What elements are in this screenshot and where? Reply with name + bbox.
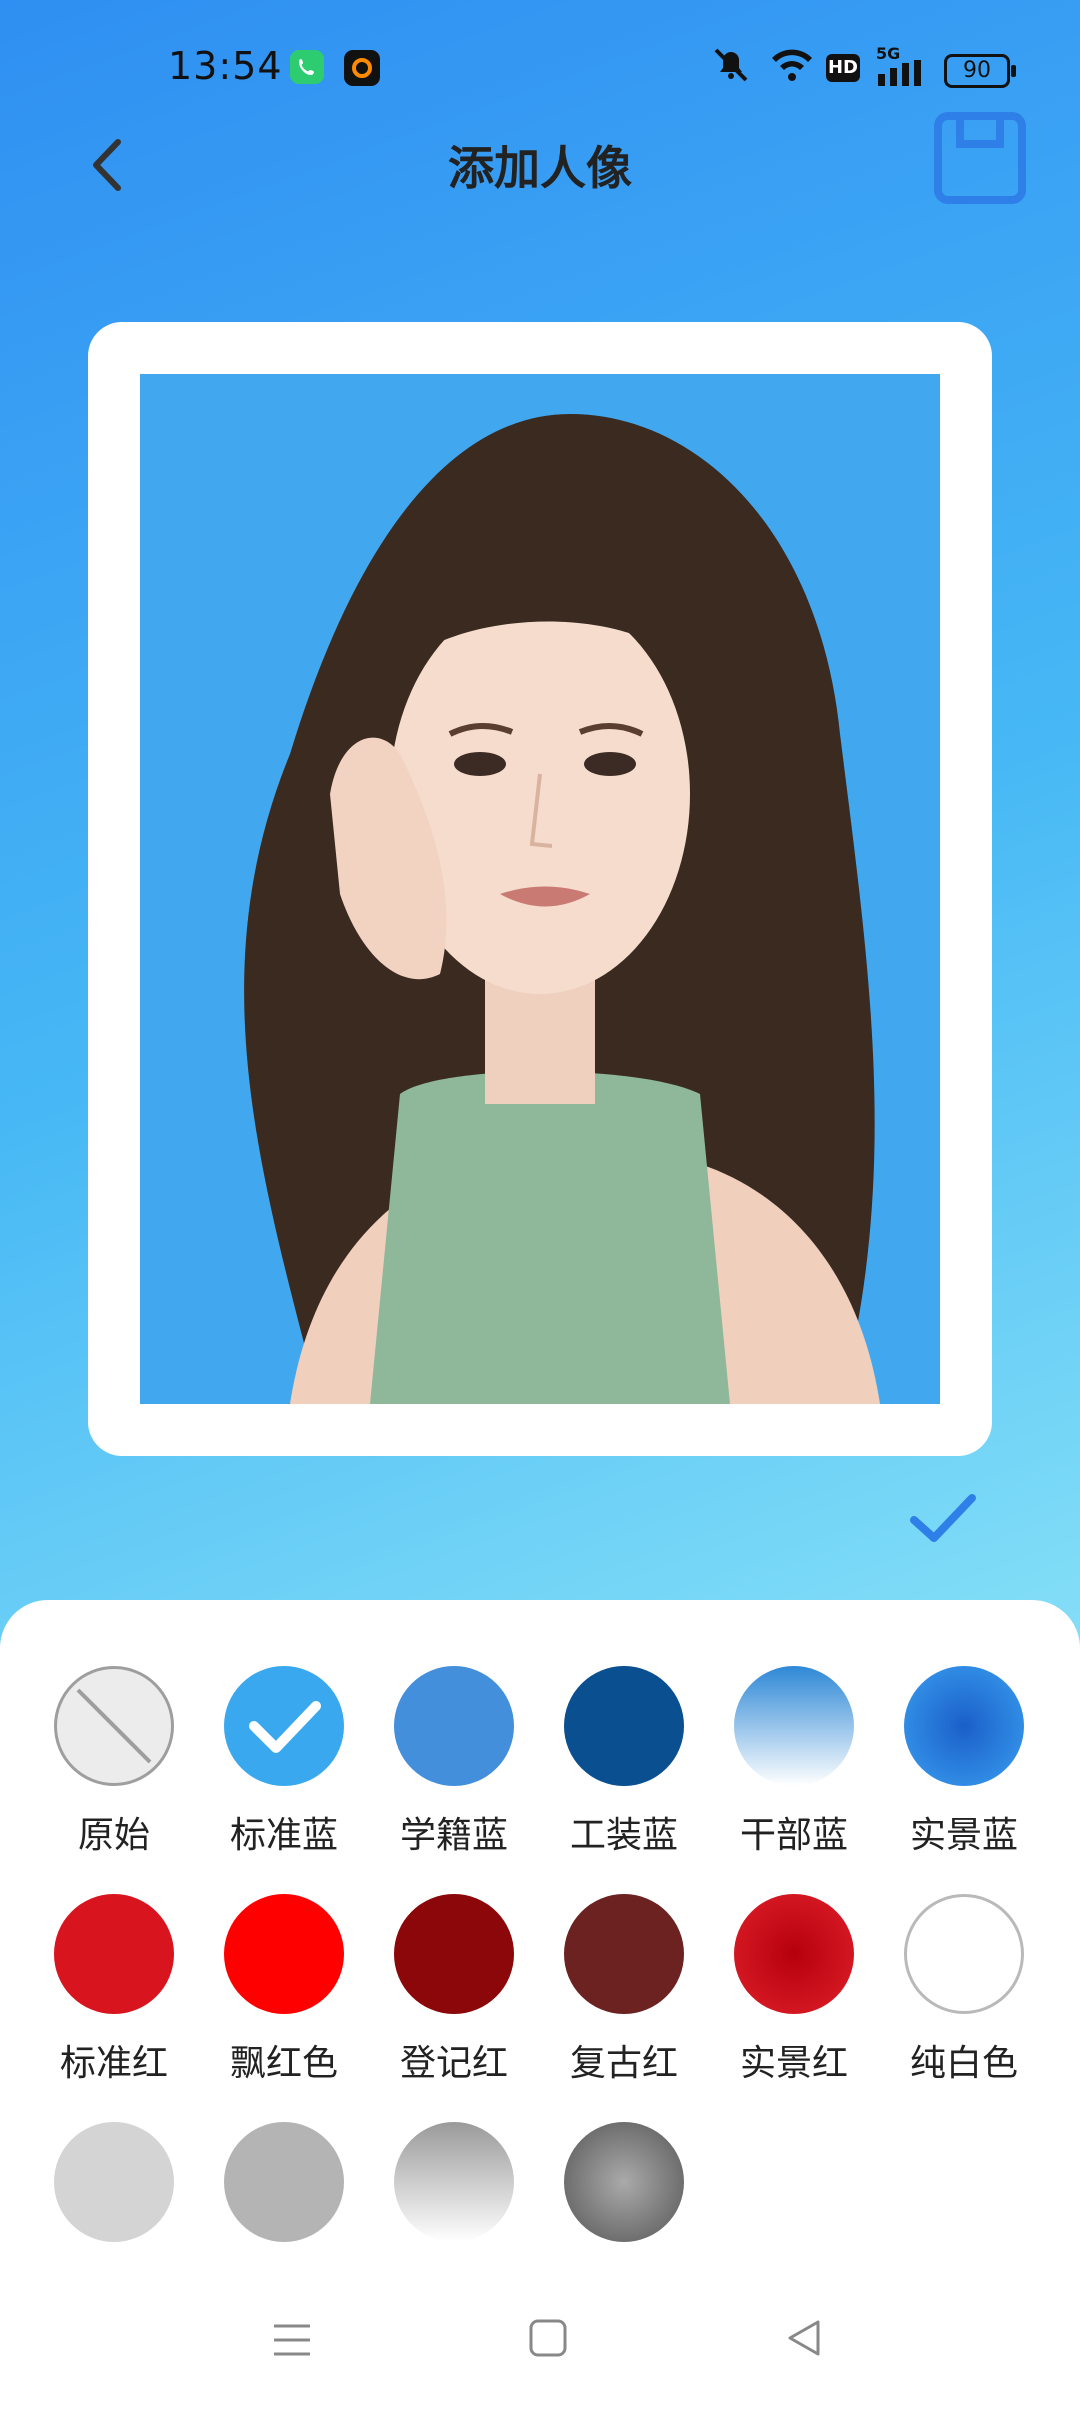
swatch-label: 原始 xyxy=(77,1815,150,1856)
swatch-registration-red[interactable] xyxy=(394,1894,514,2014)
check-icon xyxy=(249,1701,321,1753)
swatch-vintage-red[interactable] xyxy=(564,1894,684,2014)
status-bar: 13:54 HD 5G 90 xyxy=(0,0,1080,120)
mute-icon xyxy=(708,44,754,92)
swatch-gray[interactable] xyxy=(224,2122,344,2242)
swatch-label: 干部蓝 xyxy=(739,1815,848,1856)
save-icon xyxy=(934,112,1026,204)
portrait-image[interactable] xyxy=(140,374,940,1404)
swatch-label: 复古红 xyxy=(569,2043,678,2084)
swatch-pure-white[interactable] xyxy=(904,1894,1024,2014)
swatch-standard-blue[interactable] xyxy=(224,1666,344,1786)
back-triangle-icon xyxy=(788,2320,820,2356)
menu-nav-button[interactable] xyxy=(270,2320,314,2364)
back-nav-button[interactable] xyxy=(784,2318,824,2362)
swatch-cadre-blue[interactable] xyxy=(734,1666,854,1786)
recorder-icon xyxy=(344,50,380,86)
home-square-icon xyxy=(529,2319,567,2357)
photo-frame xyxy=(88,322,992,1456)
no-color-icon xyxy=(76,1688,152,1764)
swatch-label: 学籍蓝 xyxy=(399,1815,508,1856)
hd-badge: HD xyxy=(826,54,860,82)
swatch-school-blue[interactable] xyxy=(394,1666,514,1786)
swatch-original[interactable] xyxy=(54,1666,174,1786)
swatch-label: 纯白色 xyxy=(909,2043,1018,2084)
battery-indicator: 90 xyxy=(944,54,1016,88)
swatch-label: 工装蓝 xyxy=(569,1815,678,1856)
swatch-label: 实景蓝 xyxy=(909,1815,1018,1856)
swatch-bright-red[interactable] xyxy=(224,1894,344,2014)
background-color-panel: 原始 标准蓝 学籍蓝 工装蓝 干部蓝 实景蓝 标准红 飘红色 登记红 复古红 实… xyxy=(0,1600,1080,2412)
check-icon xyxy=(910,1494,976,1542)
swatch-gray-radial[interactable] xyxy=(564,2122,684,2242)
swatch-label: 飘红色 xyxy=(229,2043,338,2084)
swatch-label: 标准蓝 xyxy=(229,1815,338,1856)
save-button[interactable] xyxy=(934,112,1026,204)
status-time: 13:54 xyxy=(168,44,283,88)
swatch-light-gray[interactable] xyxy=(54,2122,174,2242)
phone-icon xyxy=(290,50,324,84)
swatch-work-blue[interactable] xyxy=(564,1666,684,1786)
swatch-gray-gradient[interactable] xyxy=(394,2122,514,2242)
swatch-label: 实景红 xyxy=(739,2043,848,2084)
swatch-scene-blue[interactable] xyxy=(904,1666,1024,1786)
swatch-scene-red[interactable] xyxy=(734,1894,854,2014)
wifi-icon xyxy=(768,44,816,92)
signal-icon xyxy=(876,60,926,90)
swatch-label: 登记红 xyxy=(399,2043,508,2084)
home-nav-button[interactable] xyxy=(528,2318,568,2362)
page-title: 添加人像 xyxy=(448,141,632,195)
swatch-standard-red[interactable] xyxy=(54,1894,174,2014)
confirm-button[interactable] xyxy=(908,1490,978,1546)
swatch-label: 标准红 xyxy=(59,2043,168,2084)
menu-icon xyxy=(274,2324,310,2356)
